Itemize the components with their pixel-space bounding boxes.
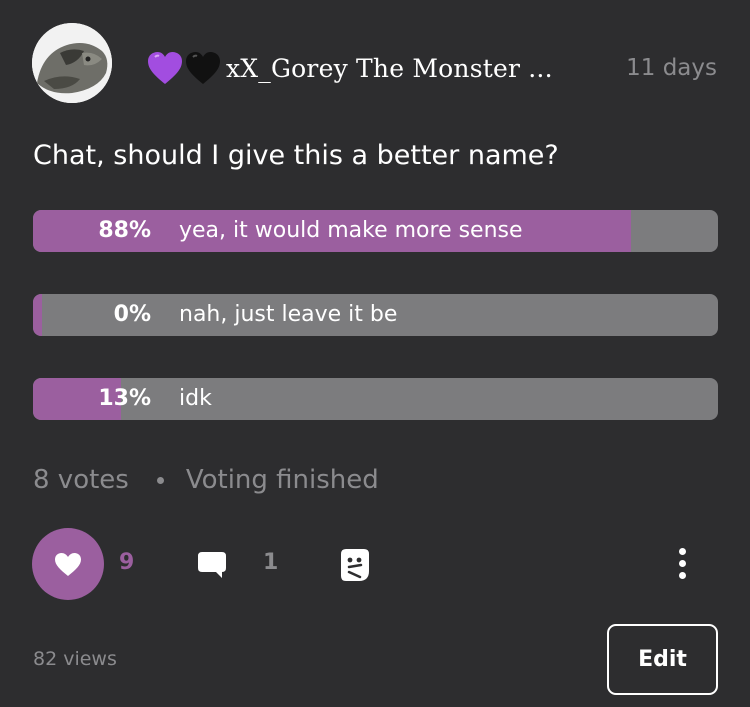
author-avatar[interactable]	[32, 23, 112, 103]
poll-option-percent: 88%	[98, 218, 151, 243]
share-icon[interactable]	[340, 548, 370, 582]
poll-option-label: nah, just leave it be	[179, 302, 398, 327]
edit-button[interactable]: Edit	[607, 624, 718, 695]
separator-dot	[156, 476, 164, 484]
more-options-icon[interactable]	[672, 548, 692, 582]
poll-option-label: idk	[179, 386, 212, 411]
post-timestamp: 11 days	[626, 55, 717, 81]
poll-option-label: yea, it would make more sense	[179, 218, 523, 243]
poll-option-3[interactable]: 13% idk	[33, 378, 718, 420]
like-button[interactable]	[32, 528, 104, 600]
poll-option-percent: 13%	[98, 386, 151, 411]
black-heart-icon	[186, 52, 220, 84]
poll-question: Chat, should I give this a better name?	[33, 140, 559, 171]
vote-count: 8 votes	[33, 465, 129, 495]
author-name[interactable]: xX_Gorey The Monster ...	[226, 54, 553, 83]
poll-option-percent: 0%	[113, 302, 151, 327]
poll-meta: 8 votes Voting finished	[33, 465, 379, 495]
heart-icon	[55, 552, 81, 576]
poll-option-fill	[33, 294, 42, 336]
view-count: 82 views	[33, 648, 117, 670]
author-line[interactable]: xX_Gorey The Monster ...	[146, 46, 553, 90]
poll-post-card: xX_Gorey The Monster ... 11 days Chat, s…	[0, 0, 750, 707]
like-count: 9	[119, 550, 135, 575]
purple-heart-icon	[148, 52, 182, 84]
comment-count: 1	[263, 550, 279, 575]
poll-option-1[interactable]: 88% yea, it would make more sense	[33, 210, 718, 252]
poll-option-2[interactable]: 0% nah, just leave it be	[33, 294, 718, 336]
poll-status: Voting finished	[185, 465, 379, 495]
comment-icon[interactable]	[197, 551, 227, 579]
